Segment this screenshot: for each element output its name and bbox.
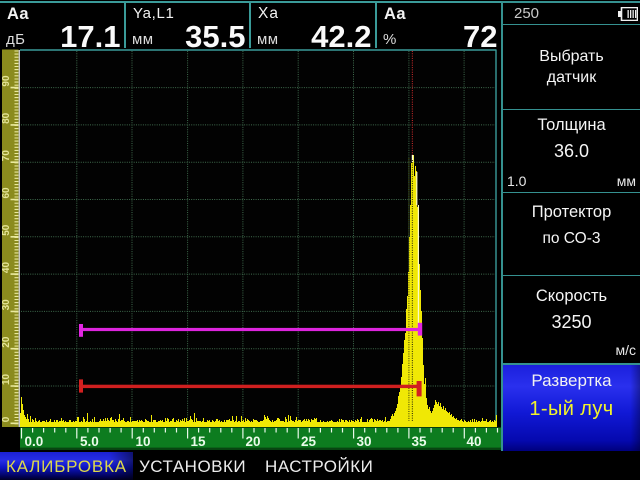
svg-text:70: 70: [1, 150, 12, 162]
svg-text:60: 60: [1, 187, 12, 199]
svg-text:90: 90: [1, 75, 12, 87]
svg-text:10: 10: [1, 373, 12, 385]
svg-text:10: 10: [136, 434, 151, 449]
svg-text:25: 25: [301, 434, 317, 449]
svg-text:30: 30: [1, 299, 12, 311]
svg-text:5.0: 5.0: [80, 434, 99, 449]
svg-text:40: 40: [467, 434, 482, 449]
svg-text:15: 15: [191, 434, 207, 449]
svg-text:20: 20: [1, 336, 12, 348]
svg-text:35: 35: [412, 434, 428, 449]
svg-text:50: 50: [1, 224, 12, 236]
svg-text:30: 30: [357, 434, 372, 449]
svg-text:20: 20: [246, 434, 261, 449]
svg-text:0: 0: [1, 416, 12, 422]
svg-text:0.0: 0.0: [25, 434, 44, 449]
svg-text:40: 40: [1, 262, 12, 274]
svg-text:80: 80: [1, 112, 12, 124]
